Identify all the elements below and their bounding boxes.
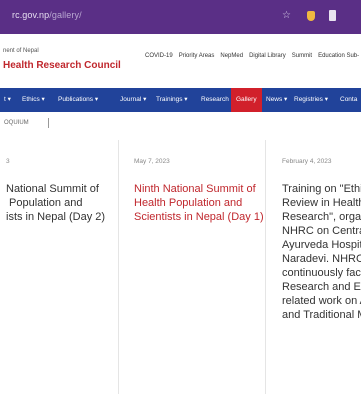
card-date: May 7, 2023 — [134, 158, 170, 165]
top-link-priority-areas[interactable]: Priority Areas — [179, 53, 215, 59]
nav-item-registries[interactable]: Registries ▾ — [294, 88, 328, 112]
top-link-digital-library[interactable]: Digital Library — [249, 53, 286, 59]
url-text[interactable]: rc.gov.np/gallery/ — [12, 10, 82, 20]
main-nav: t ▾ Ethics ▾ Publications ▾ Journal ▾ Tr… — [0, 88, 361, 112]
ticker-divider — [48, 118, 49, 128]
card-date: 3 — [6, 158, 10, 165]
top-link-education[interactable]: Education Sub- — [318, 53, 359, 59]
nav-item-about[interactable]: t ▾ — [4, 88, 11, 112]
browser-address-bar[interactable]: rc.gov.np/gallery/ ☆ — [0, 0, 361, 34]
nav-item-news[interactable]: News ▾ — [266, 88, 287, 112]
nav-item-journal[interactable]: Journal ▾ — [120, 88, 146, 112]
card-title[interactable]: National Summit of Population and ists i… — [6, 182, 105, 224]
card-date: February 4, 2023 — [282, 158, 332, 165]
shield-icon[interactable] — [307, 11, 315, 21]
nav-item-trainings[interactable]: Trainings ▾ — [156, 88, 188, 112]
extension-icon[interactable] — [329, 10, 336, 21]
star-icon[interactable]: ☆ — [282, 10, 291, 22]
org-subtitle: nent of Nepal — [3, 48, 39, 54]
news-ticker[interactable]: OQUIUM — [4, 120, 29, 126]
nav-item-contact[interactable]: Conta — [340, 88, 357, 112]
card-title[interactable]: Training on "Ethic Review in Health Rese… — [282, 182, 361, 322]
nav-item-gallery[interactable]: Gallery — [231, 88, 262, 112]
nav-item-research[interactable]: Research — [201, 88, 229, 112]
top-link-covid[interactable]: COVID-19 — [145, 53, 173, 59]
nav-item-ethics[interactable]: Ethics ▾ — [22, 88, 45, 112]
gallery-card[interactable]: February 4, 2023 Training on "Ethic Revi… — [266, 140, 361, 394]
top-link-nepmed[interactable]: NepMed — [220, 53, 243, 59]
gallery-card[interactable]: May 7, 2023 Ninth National Summit of Hea… — [119, 140, 266, 394]
org-name[interactable]: Health Research Council — [3, 60, 121, 71]
nav-item-publications[interactable]: Publications ▾ — [58, 88, 98, 112]
top-links: COVID-19 Priority Areas NepMed Digital L… — [145, 53, 359, 59]
gallery-card[interactable]: 3 National Summit of Population and ists… — [0, 140, 119, 394]
top-link-summit[interactable]: Summit — [292, 53, 312, 59]
card-title[interactable]: Ninth National Summit of Health Populati… — [134, 182, 264, 224]
